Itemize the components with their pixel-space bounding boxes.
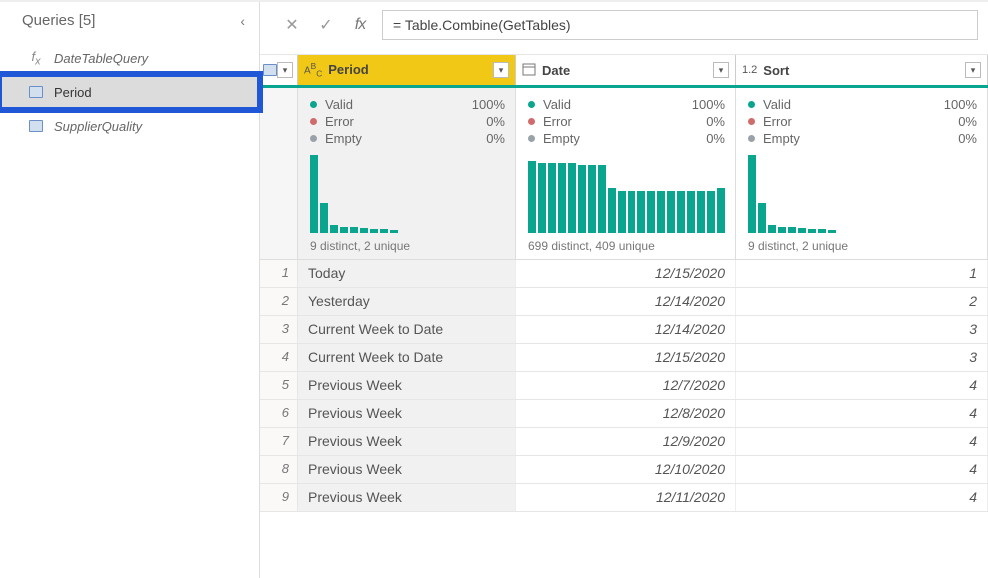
data-grid[interactable]: 1Today12/15/202012Yesterday12/14/202023C…	[260, 260, 988, 512]
table-row[interactable]: 1Today12/15/20201	[260, 260, 988, 288]
function-icon: fx	[28, 50, 44, 66]
valid-dot-icon	[528, 101, 535, 108]
row-number: 6	[260, 400, 298, 427]
cell-sort[interactable]: 4	[736, 372, 988, 399]
cell-period[interactable]: Yesterday	[298, 288, 516, 315]
cell-period[interactable]: Current Week to Date	[298, 344, 516, 371]
number-type-icon: 1.2	[742, 64, 757, 76]
row-number: 3	[260, 316, 298, 343]
formula-input[interactable]	[382, 10, 978, 40]
cell-period[interactable]: Current Week to Date	[298, 316, 516, 343]
column-quality-panel: Valid100% Error0% Empty0% 9 distinct, 2 …	[260, 88, 988, 260]
empty-dot-icon	[310, 135, 317, 142]
cell-sort[interactable]: 4	[736, 456, 988, 483]
valid-dot-icon	[748, 101, 755, 108]
column-filter-date[interactable]: ▾	[713, 62, 729, 78]
distribution-chart-date	[528, 155, 725, 233]
quality-sort: Valid100% Error0% Empty0% 9 distinct, 2 …	[736, 88, 988, 259]
queries-title: Queries [5]	[22, 12, 95, 29]
query-item-supplierquality[interactable]: SupplierQuality	[0, 109, 259, 143]
cell-sort[interactable]: 1	[736, 260, 988, 287]
table-options-button[interactable]: ▾	[260, 55, 298, 85]
queries-panel: Queries [5] ‹ fx DateTableQuery Period Supp…	[0, 2, 260, 578]
table-row[interactable]: 8Previous Week12/10/20204	[260, 456, 988, 484]
date-type-icon	[522, 62, 536, 79]
cell-date[interactable]: 12/9/2020	[516, 428, 736, 455]
cell-sort[interactable]: 3	[736, 316, 988, 343]
cell-sort[interactable]: 4	[736, 484, 988, 511]
query-item-label: Period	[54, 85, 92, 100]
query-item-period[interactable]: Period	[0, 75, 259, 109]
valid-dot-icon	[310, 101, 317, 108]
cell-date[interactable]: 12/14/2020	[516, 316, 736, 343]
column-header-period[interactable]: ABC Period ▾	[298, 55, 516, 85]
cell-period[interactable]: Today	[298, 260, 516, 287]
query-item-label: DateTableQuery	[54, 51, 148, 66]
table-row[interactable]: 6Previous Week12/8/20204	[260, 400, 988, 428]
table-row[interactable]: 5Previous Week12/7/20204	[260, 372, 988, 400]
cell-sort[interactable]: 2	[736, 288, 988, 315]
column-filter-sort[interactable]: ▾	[965, 62, 981, 78]
cell-period[interactable]: Previous Week	[298, 372, 516, 399]
cell-date[interactable]: 12/14/2020	[516, 288, 736, 315]
cell-period[interactable]: Previous Week	[298, 456, 516, 483]
error-dot-icon	[748, 118, 755, 125]
fx-icon[interactable]: fx	[348, 13, 372, 37]
row-number: 7	[260, 428, 298, 455]
formula-bar: ✕ ✓ fx	[260, 2, 988, 55]
distribution-chart-sort	[748, 155, 977, 233]
table-row[interactable]: 3Current Week to Date12/14/20203	[260, 316, 988, 344]
query-item-label: SupplierQuality	[54, 119, 142, 134]
row-number: 1	[260, 260, 298, 287]
row-number: 2	[260, 288, 298, 315]
table-row[interactable]: 2Yesterday12/14/20202	[260, 288, 988, 316]
table-row[interactable]: 7Previous Week12/9/20204	[260, 428, 988, 456]
row-number: 5	[260, 372, 298, 399]
table-row[interactable]: 9Previous Week12/11/20204	[260, 484, 988, 512]
cell-date[interactable]: 12/8/2020	[516, 400, 736, 427]
cell-date[interactable]: 12/11/2020	[516, 484, 736, 511]
quality-period: Valid100% Error0% Empty0% 9 distinct, 2 …	[298, 88, 516, 259]
row-number: 9	[260, 484, 298, 511]
cell-date[interactable]: 12/15/2020	[516, 260, 736, 287]
cell-sort[interactable]: 4	[736, 428, 988, 455]
cell-period[interactable]: Previous Week	[298, 428, 516, 455]
collapse-queries-icon[interactable]: ‹	[240, 13, 245, 29]
query-item-datetablequery[interactable]: fx DateTableQuery	[0, 41, 259, 75]
empty-dot-icon	[748, 135, 755, 142]
cell-date[interactable]: 12/10/2020	[516, 456, 736, 483]
text-type-icon: ABC	[304, 61, 322, 78]
empty-dot-icon	[528, 135, 535, 142]
row-number: 8	[260, 456, 298, 483]
cell-period[interactable]: Previous Week	[298, 400, 516, 427]
error-dot-icon	[310, 118, 317, 125]
cell-period[interactable]: Previous Week	[298, 484, 516, 511]
table-icon	[28, 84, 44, 100]
quality-date: Valid100% Error0% Empty0% 699 distinct, …	[516, 88, 736, 259]
column-header-date[interactable]: Date ▾	[516, 55, 736, 85]
cell-date[interactable]: 12/7/2020	[516, 372, 736, 399]
commit-formula-button[interactable]: ✓	[314, 13, 338, 37]
distribution-chart-period	[310, 155, 505, 233]
cell-date[interactable]: 12/15/2020	[516, 344, 736, 371]
cell-sort[interactable]: 3	[736, 344, 988, 371]
table-row[interactable]: 4Current Week to Date12/15/20203	[260, 344, 988, 372]
error-dot-icon	[528, 118, 535, 125]
cell-sort[interactable]: 4	[736, 400, 988, 427]
column-header-sort[interactable]: 1.2 Sort ▾	[736, 55, 988, 85]
row-number: 4	[260, 344, 298, 371]
cancel-formula-button[interactable]: ✕	[280, 13, 304, 37]
column-filter-period[interactable]: ▾	[493, 62, 509, 78]
table-icon	[28, 118, 44, 134]
